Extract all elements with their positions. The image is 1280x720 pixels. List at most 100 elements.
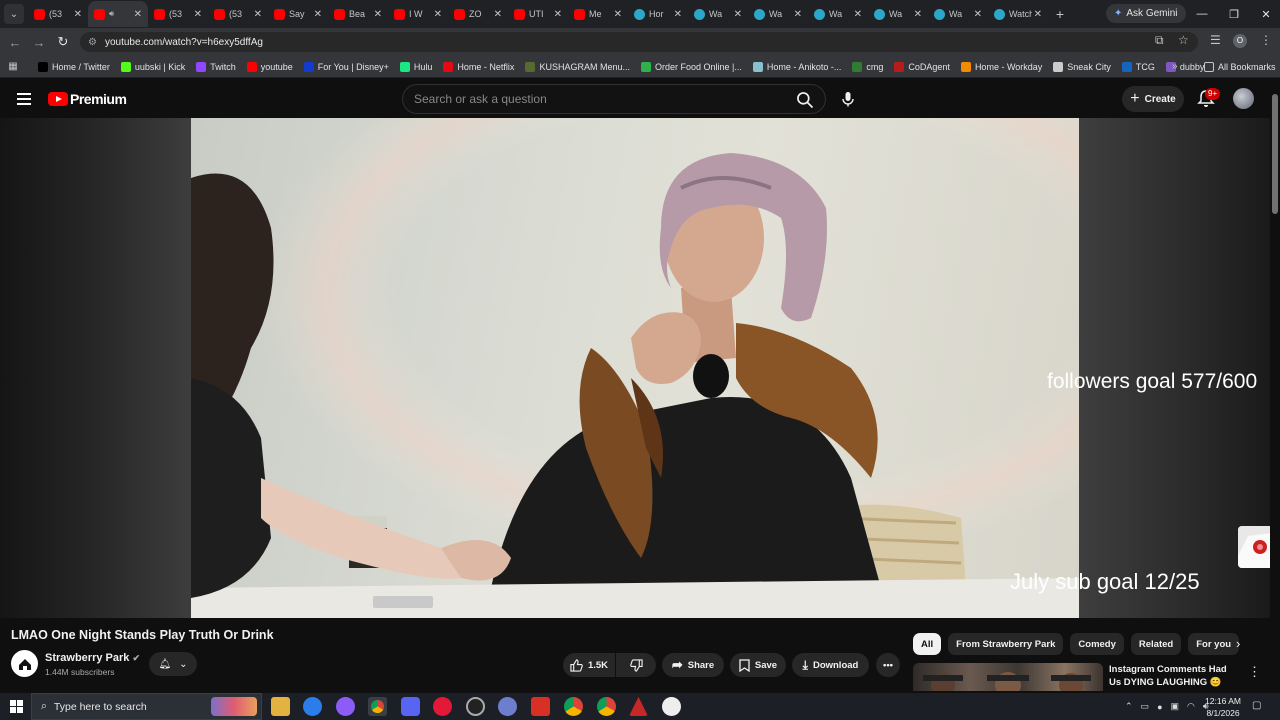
recommendation-thumbnail[interactable] bbox=[913, 663, 1103, 691]
game-controller-icon[interactable] bbox=[401, 697, 420, 716]
bookmark-item[interactable]: uubski | Kick bbox=[120, 61, 185, 72]
tab-close-icon[interactable]: ✕ bbox=[194, 9, 202, 20]
close-window-button[interactable]: ✕ bbox=[1250, 0, 1280, 28]
browser-tab[interactable]: Wa ✕ bbox=[808, 1, 868, 27]
tab-close-icon[interactable]: ✕ bbox=[134, 9, 142, 20]
tab-close-icon[interactable]: ✕ bbox=[794, 9, 802, 20]
display-icon[interactable]: ▣ bbox=[1171, 701, 1180, 712]
restore-button[interactable]: ❐ bbox=[1218, 0, 1250, 28]
chevron-right-icon[interactable]: › bbox=[1236, 636, 1240, 651]
file-explorer-icon[interactable] bbox=[271, 697, 290, 716]
bookmark-item[interactable]: Twitch bbox=[196, 61, 236, 72]
mic-tray-icon[interactable]: ● bbox=[1157, 702, 1162, 712]
tab-audio-icon[interactable]: 🔊︎ bbox=[109, 9, 114, 19]
tab-close-icon[interactable]: ✕ bbox=[314, 9, 322, 20]
tab-close-icon[interactable]: ✕ bbox=[914, 9, 922, 20]
browser-tab[interactable]: Me ✕ bbox=[568, 1, 628, 27]
browser-tab[interactable]: I W ✕ bbox=[388, 1, 448, 27]
tab-close-icon[interactable]: ✕ bbox=[734, 9, 742, 20]
app-icon[interactable] bbox=[498, 697, 517, 716]
browser-tab[interactable]: (53 ✕ bbox=[148, 1, 208, 27]
valorant-icon[interactable] bbox=[629, 697, 648, 716]
windows-start-icon[interactable] bbox=[10, 700, 23, 713]
browser-menu-icon[interactable]: ⋮ bbox=[1260, 33, 1272, 47]
page-scrollbar[interactable] bbox=[1270, 80, 1280, 690]
tab-close-icon[interactable]: ✕ bbox=[974, 9, 982, 20]
bookmark-item[interactable]: TCG bbox=[1121, 61, 1155, 72]
back-button[interactable]: ← bbox=[3, 35, 27, 50]
wifi-icon[interactable]: ◠ bbox=[1187, 701, 1195, 712]
bookmark-item[interactable]: Order Food Online |... bbox=[640, 61, 742, 72]
bookmark-item[interactable]: KUSHAGRAM Menu... bbox=[525, 61, 630, 72]
browser-tab[interactable]: Wa ✕ bbox=[928, 1, 988, 27]
create-button[interactable]: + Create bbox=[1122, 86, 1184, 112]
minimize-button[interactable]: — bbox=[1186, 0, 1218, 28]
tab-close-icon[interactable]: ✕ bbox=[1034, 9, 1042, 20]
browser-tab[interactable]: UTI ✕ bbox=[508, 1, 568, 27]
filter-chip[interactable]: For you bbox=[1188, 633, 1240, 655]
video-player[interactable] bbox=[191, 118, 1079, 618]
browser-tab[interactable]: Wa ✕ bbox=[688, 1, 748, 27]
reading-list-icon[interactable]: ☰ bbox=[1210, 33, 1221, 47]
chrome-profile-icon[interactable] bbox=[564, 697, 583, 716]
bookmark-item[interactable]: Home / Twitter bbox=[38, 61, 110, 72]
apps-grid-icon[interactable]: ▦ bbox=[0, 61, 26, 72]
adobe-icon[interactable] bbox=[531, 697, 550, 716]
taskbar-clock[interactable]: 12:16 AM 8/1/2026 bbox=[1203, 695, 1243, 719]
tab-close-icon[interactable]: ✕ bbox=[674, 9, 682, 20]
channel-name[interactable]: Strawberry Park ✔ bbox=[45, 652, 140, 664]
new-tab-button[interactable]: + bbox=[1050, 6, 1070, 22]
browser-tab[interactable]: Hor ✕ bbox=[628, 1, 688, 27]
network-icon[interactable]: ▭ bbox=[1141, 701, 1150, 712]
chrome-icon[interactable] bbox=[368, 697, 387, 716]
browser-tab[interactable]: Say ✕ bbox=[268, 1, 328, 27]
recommendation-menu-icon[interactable]: ⋮ bbox=[1248, 664, 1261, 680]
browser-tab[interactable]: Watch T✕ bbox=[988, 1, 1048, 27]
share-button[interactable]: ➦ Share bbox=[662, 653, 724, 677]
profile-avatar[interactable]: O bbox=[1233, 34, 1247, 48]
discord-icon[interactable] bbox=[336, 697, 355, 716]
filter-chip[interactable]: Related bbox=[1130, 633, 1182, 655]
bookmark-item[interactable]: Home - Anikoto -... bbox=[752, 61, 841, 72]
more-bookmarks-icon[interactable]: » bbox=[1172, 61, 1178, 72]
edge-icon[interactable] bbox=[303, 697, 322, 716]
obs-icon[interactable] bbox=[466, 697, 485, 716]
tray-chevron-icon[interactable]: ⌃ bbox=[1125, 701, 1133, 712]
tab-close-icon[interactable]: ✕ bbox=[494, 9, 502, 20]
media-player-icon[interactable] bbox=[433, 697, 452, 716]
bookmark-item[interactable]: cmg bbox=[852, 61, 883, 72]
tab-close-icon[interactable]: ✕ bbox=[374, 9, 382, 20]
browser-tab[interactable]: Wa ✕ bbox=[748, 1, 808, 27]
subscription-notifications-button[interactable]: 🔔︎ ⌄ bbox=[149, 652, 197, 676]
browser-tab[interactable]: ZO ✕ bbox=[448, 1, 508, 27]
site-info-icon[interactable]: ⚙ bbox=[88, 37, 97, 48]
bookmark-item[interactable]: Home - Netflix bbox=[443, 61, 514, 72]
download-button[interactable]: ⤓ Download bbox=[792, 653, 869, 677]
browser-tab[interactable]: Bea ✕ bbox=[328, 1, 388, 27]
bookmark-item[interactable]: youtube bbox=[246, 61, 293, 72]
scrollbar-thumb[interactable] bbox=[1272, 94, 1278, 214]
notification-center-icon[interactable]: ▢ bbox=[1252, 700, 1261, 711]
reload-button[interactable]: ↻ bbox=[51, 34, 75, 50]
tab-close-icon[interactable]: ✕ bbox=[554, 9, 562, 20]
all-bookmarks-button[interactable]: All Bookmarks bbox=[1204, 61, 1276, 72]
channel-avatar[interactable] bbox=[11, 650, 38, 677]
bookmark-item[interactable]: Hulu bbox=[399, 61, 432, 72]
tab-close-icon[interactable]: ✕ bbox=[434, 9, 442, 20]
tab-search-button[interactable]: ⌄ bbox=[4, 4, 24, 24]
youtube-logo[interactable]: Premium bbox=[48, 91, 127, 107]
tab-close-icon[interactable]: ✕ bbox=[254, 9, 262, 20]
chrome-profile-2-icon[interactable] bbox=[597, 697, 616, 716]
filter-chip[interactable]: All bbox=[913, 633, 942, 655]
forward-button[interactable]: → bbox=[27, 35, 51, 50]
bookmark-item[interactable]: For You | Disney+ bbox=[303, 61, 389, 72]
ask-gemini-button[interactable]: ✦ Ask Gemini bbox=[1106, 4, 1186, 23]
filter-chip[interactable]: Comedy bbox=[1070, 633, 1124, 655]
more-actions-button[interactable]: ••• bbox=[876, 653, 900, 677]
bookmark-item[interactable]: Sneak City bbox=[1053, 61, 1111, 72]
taskbar-search[interactable]: ⌕ Type here to search bbox=[31, 693, 262, 720]
voice-search-button[interactable] bbox=[836, 87, 860, 111]
address-bar[interactable]: ⚙ youtube.com/watch?v=h6exy5dffAg bbox=[80, 32, 1198, 52]
search-icon[interactable] bbox=[795, 90, 815, 110]
like-button[interactable]: 1.5K bbox=[563, 653, 615, 677]
